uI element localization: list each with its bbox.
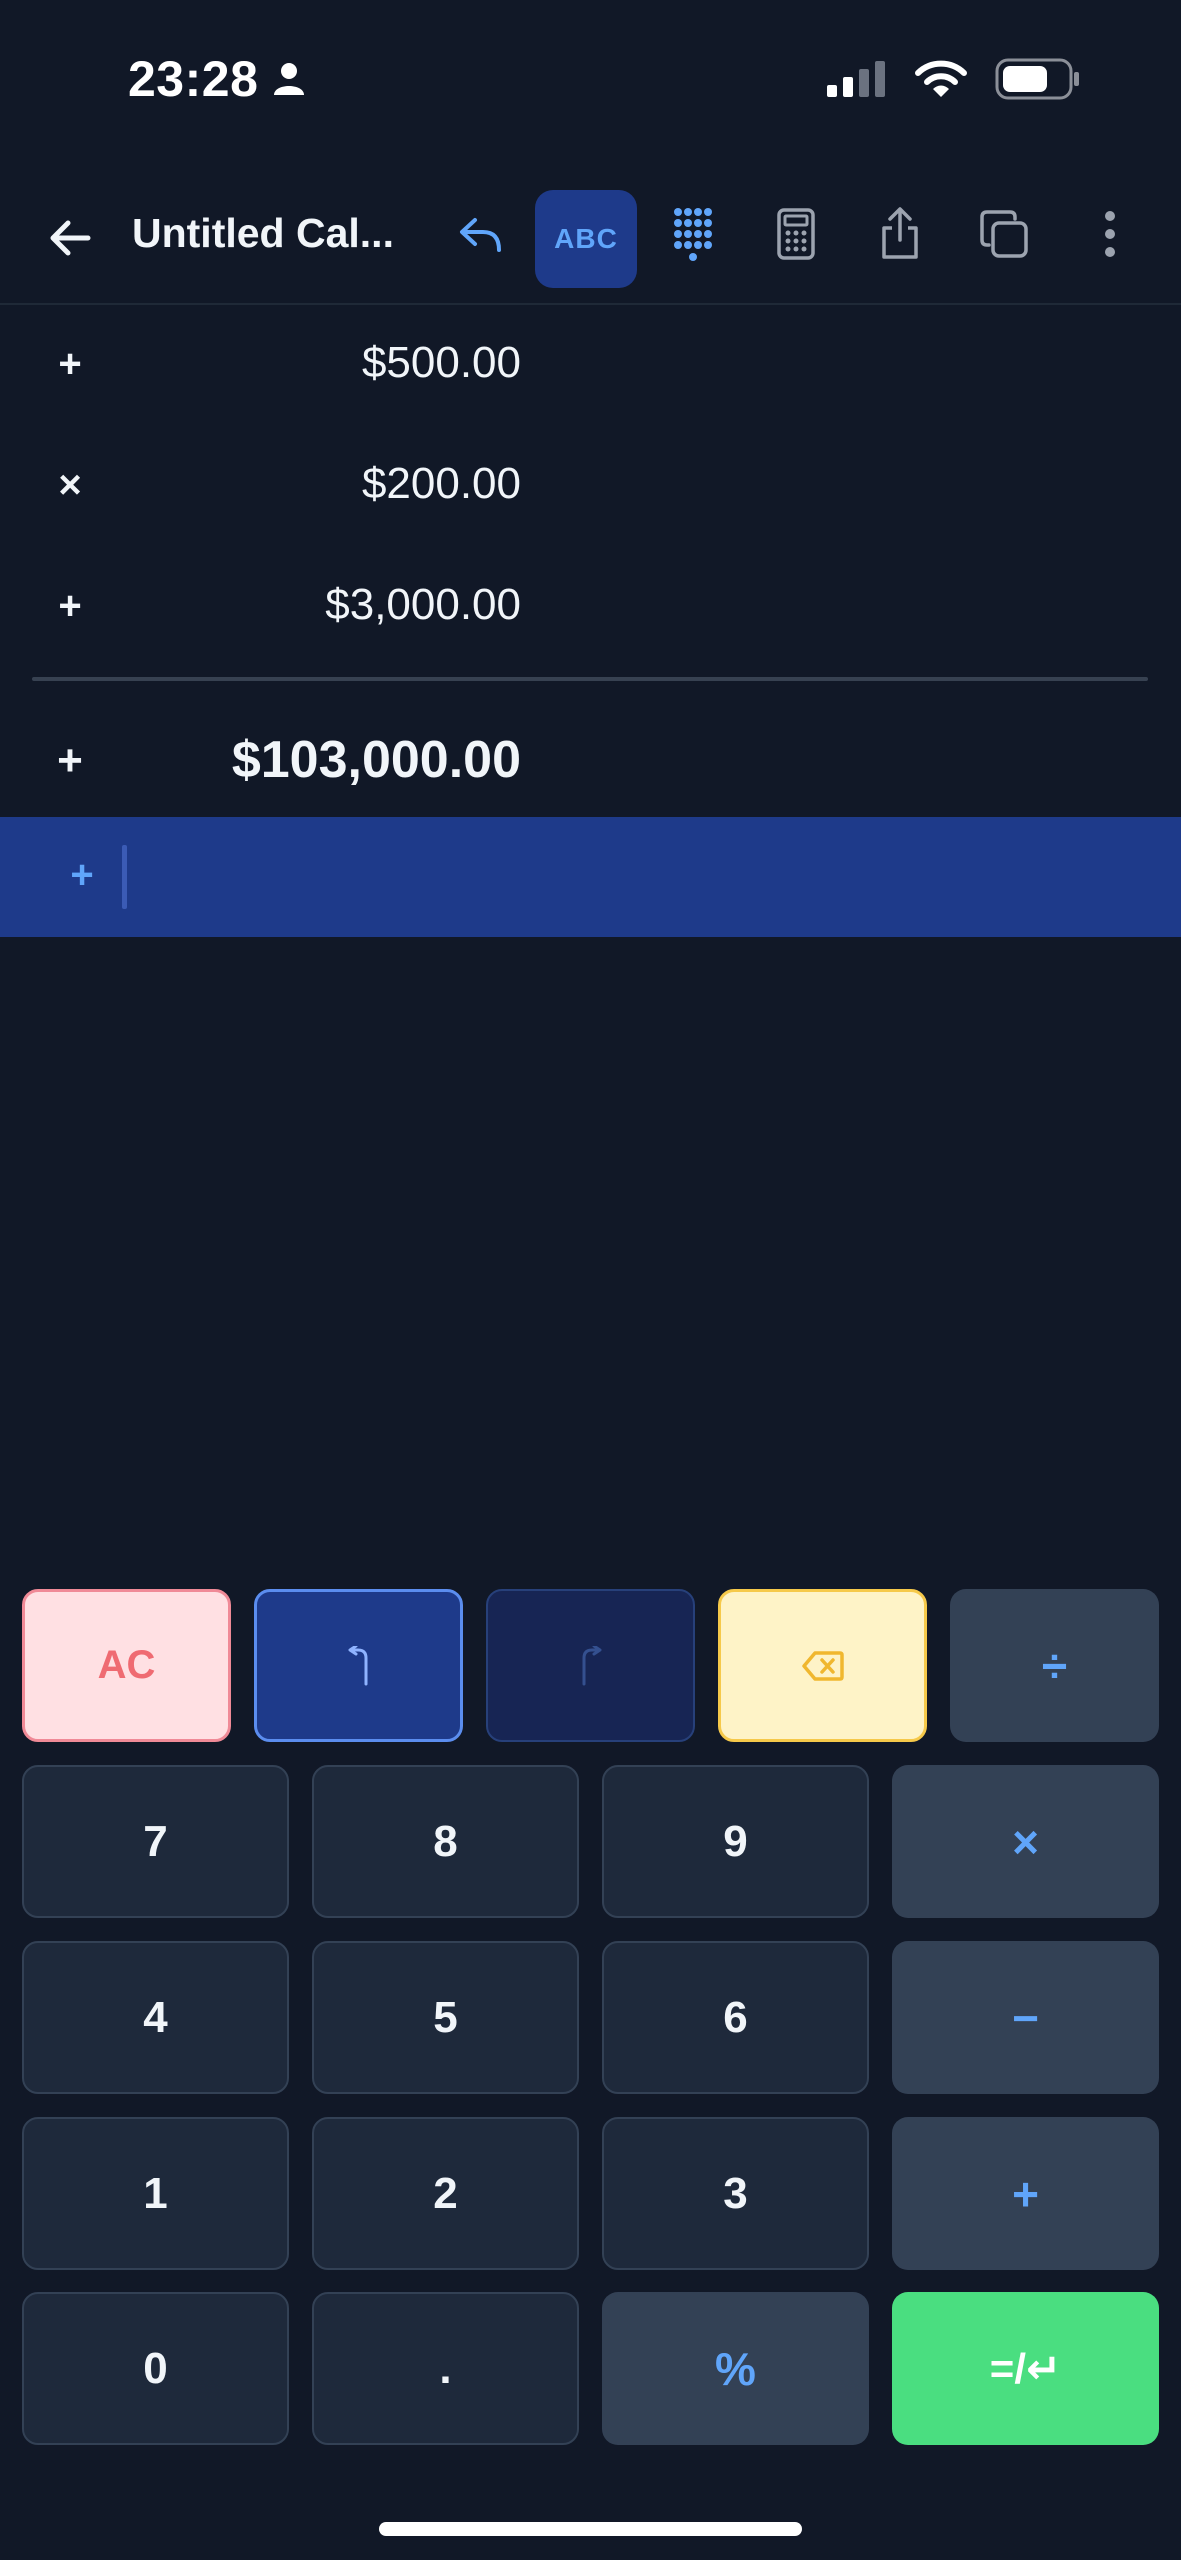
active-input-row[interactable]: +	[0, 817, 1181, 937]
tape-row[interactable]: × $200.00	[0, 427, 1181, 547]
duplicate-icon	[980, 210, 1028, 258]
more-button[interactable]	[1082, 204, 1138, 264]
calculator-button[interactable]	[768, 204, 824, 264]
keypad-button[interactable]	[664, 202, 720, 266]
total-amount: $103,000.00	[231, 731, 521, 789]
undo-curve-icon	[348, 1645, 367, 1685]
undo-arrow-icon	[460, 218, 501, 252]
percent-key[interactable]: %	[602, 2292, 869, 2445]
digit-0-key[interactable]: 0	[22, 2292, 289, 2445]
digit-3-key[interactable]: 3	[602, 2117, 869, 2270]
status-bar: 23:28	[0, 0, 1181, 160]
plus-key[interactable]: +	[892, 2117, 1159, 2270]
decimal-point-key[interactable]: .	[312, 2292, 579, 2445]
digit-4-key[interactable]: 4	[22, 1941, 289, 2094]
digit-2-key[interactable]: 2	[312, 2117, 579, 2270]
tape-row-amount: $500.00	[361, 338, 521, 387]
tape-row[interactable]: + $500.00	[0, 306, 1181, 426]
undo-key[interactable]	[254, 1589, 463, 1742]
delete-key[interactable]	[718, 1589, 927, 1742]
keypad-icon	[674, 208, 712, 261]
backspace-icon	[801, 1650, 844, 1681]
digit-7-key[interactable]: 7	[22, 1765, 289, 1918]
digit-5-key[interactable]: 5	[312, 1941, 579, 2094]
tape-row-operator: ×	[58, 463, 82, 507]
tape-row-amount: $200.00	[361, 459, 521, 508]
duplicate-button[interactable]	[976, 206, 1032, 262]
divide-key[interactable]: ÷	[950, 1589, 1159, 1742]
document-title[interactable]: Untitled Cal...	[132, 210, 422, 257]
status-icons	[825, 58, 1081, 100]
total-divider	[32, 677, 1148, 681]
digit-1-key[interactable]: 1	[22, 2117, 289, 2270]
signal-icon	[827, 61, 885, 97]
person-icon	[274, 63, 305, 95]
all-clear-button[interactable]: AC	[22, 1589, 231, 1742]
calculator-screen: 23:28 Untitled Cal... ABC + $500.00 × $2…	[0, 0, 1181, 2560]
status-time: 23:28	[128, 51, 259, 107]
wifi-icon	[915, 60, 967, 97]
home-indicator[interactable]	[379, 2522, 802, 2536]
tape-row-operator: +	[58, 584, 82, 628]
total-row: + $103,000.00	[0, 698, 1181, 818]
digit-9-key[interactable]: 9	[602, 1765, 869, 1918]
undo-button[interactable]	[452, 206, 508, 262]
tape-row[interactable]: + $3,000.00	[0, 548, 1181, 668]
redo-curve-icon	[582, 1645, 601, 1685]
battery-icon	[995, 58, 1079, 100]
redo-key[interactable]	[486, 1589, 695, 1742]
share-icon	[882, 207, 918, 259]
more-vertical-icon	[1105, 211, 1115, 257]
equals-enter-key[interactable]: =/↵	[892, 2292, 1159, 2445]
total-operator: +	[57, 736, 83, 785]
status-time-group: 23:28	[128, 50, 306, 108]
tape-row-amount: $3,000.00	[325, 580, 521, 629]
digit-6-key[interactable]: 6	[602, 1941, 869, 2094]
share-button[interactable]	[872, 202, 928, 264]
tape-row-operator: +	[58, 342, 82, 386]
active-row-operator: +	[70, 853, 94, 897]
calculator-icon	[777, 208, 815, 260]
text-caret	[122, 845, 127, 909]
back-arrow-icon	[50, 220, 91, 256]
multiply-key[interactable]: ×	[892, 1765, 1159, 1918]
back-button[interactable]	[36, 204, 104, 272]
digit-8-key[interactable]: 8	[312, 1765, 579, 1918]
minus-key[interactable]: −	[892, 1941, 1159, 2094]
abc-toggle-button[interactable]: ABC	[535, 190, 637, 288]
toolbar: Untitled Cal... ABC	[0, 160, 1181, 305]
